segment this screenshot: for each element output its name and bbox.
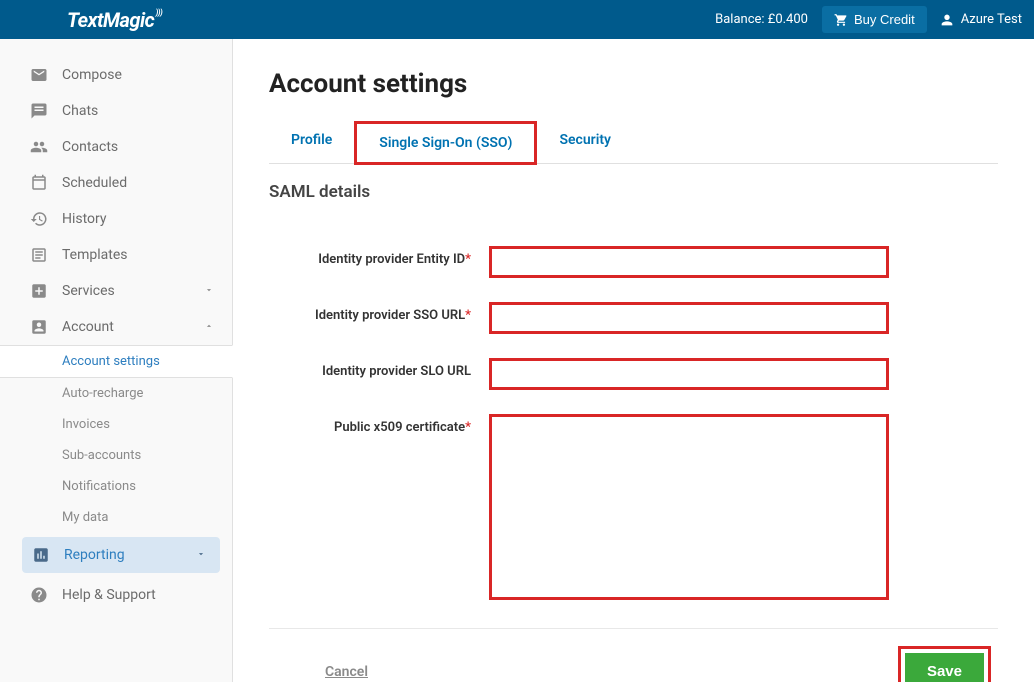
tab-profile[interactable]: Profile xyxy=(269,121,354,163)
sidebar-item-label: Scheduled xyxy=(62,175,127,191)
sidebar-item-reporting[interactable]: Reporting xyxy=(22,537,220,573)
sidebar-sub-invoices[interactable]: Invoices xyxy=(0,409,232,440)
slo-url-label: Identity provider SLO URL xyxy=(299,358,489,379)
sso-url-label: Identity provider SSO URL* xyxy=(299,302,489,323)
sidebar-item-chats[interactable]: Chats xyxy=(0,93,232,129)
help-icon xyxy=(30,586,48,604)
sidebar-sub-account-settings[interactable]: Account settings xyxy=(0,345,233,378)
cert-label: Public x509 certificate* xyxy=(299,414,489,435)
sidebar: Compose Chats Contacts Scheduled History… xyxy=(0,39,233,682)
sidebar-item-contacts[interactable]: Contacts xyxy=(0,129,232,165)
history-icon xyxy=(30,210,48,228)
user-icon xyxy=(939,12,955,28)
sidebar-item-services[interactable]: Services xyxy=(0,273,232,309)
sidebar-item-label: Templates xyxy=(62,247,128,263)
chevron-down-icon xyxy=(204,283,218,299)
sidebar-sub-auto-recharge[interactable]: Auto-recharge xyxy=(0,378,232,409)
sidebar-item-compose[interactable]: Compose xyxy=(0,57,232,93)
calendar-icon xyxy=(30,174,48,192)
sidebar-item-account[interactable]: Account xyxy=(0,309,232,345)
sidebar-item-label: Contacts xyxy=(62,139,118,155)
app-header: TextMagic))) Balance: £0.400 Buy Credit … xyxy=(0,0,1034,39)
page-title: Account settings xyxy=(269,69,998,99)
tab-sso[interactable]: Single Sign-On (SSO) xyxy=(354,121,537,165)
sidebar-sub-sub-accounts[interactable]: Sub-accounts xyxy=(0,440,232,471)
balance-text: Balance: £0.400 xyxy=(715,12,808,27)
sidebar-item-label: Services xyxy=(62,283,115,299)
entity-id-input[interactable] xyxy=(489,246,889,278)
sidebar-sub-my-data[interactable]: My data xyxy=(0,502,232,533)
sso-url-input[interactable] xyxy=(489,302,889,334)
compose-icon xyxy=(30,66,48,84)
sidebar-item-label: Help & Support xyxy=(62,587,156,603)
sidebar-item-label: Compose xyxy=(62,67,122,83)
main-content: Account settings Profile Single Sign-On … xyxy=(233,39,1034,682)
cart-icon xyxy=(834,13,848,27)
services-icon xyxy=(30,282,48,300)
tabs: Profile Single Sign-On (SSO) Security xyxy=(269,121,998,164)
sidebar-item-label: Chats xyxy=(62,103,98,119)
sidebar-item-scheduled[interactable]: Scheduled xyxy=(0,165,232,201)
sidebar-item-label: Account xyxy=(62,319,114,335)
app-logo: TextMagic))) xyxy=(67,8,154,32)
slo-url-input[interactable] xyxy=(489,358,889,390)
account-icon xyxy=(30,318,48,336)
chevron-down-icon xyxy=(196,547,210,563)
cancel-button[interactable]: Cancel xyxy=(325,664,368,680)
contacts-icon xyxy=(30,138,48,156)
sidebar-item-history[interactable]: History xyxy=(0,201,232,237)
chats-icon xyxy=(30,102,48,120)
sidebar-item-templates[interactable]: Templates xyxy=(0,237,232,273)
tab-security[interactable]: Security xyxy=(537,121,633,163)
sidebar-item-help[interactable]: Help & Support xyxy=(0,577,232,613)
saml-form: Identity provider Entity ID* Identity pr… xyxy=(269,222,998,682)
account-subnav: Account settings Auto-recharge Invoices … xyxy=(0,345,232,533)
user-menu[interactable]: Azure Test xyxy=(939,12,1022,28)
section-title: SAML details xyxy=(269,182,998,202)
chevron-up-icon xyxy=(204,319,218,335)
templates-icon xyxy=(30,246,48,264)
sidebar-item-label: History xyxy=(62,211,107,227)
reporting-icon xyxy=(32,546,50,564)
entity-id-label: Identity provider Entity ID* xyxy=(299,246,489,267)
buy-credit-button[interactable]: Buy Credit xyxy=(822,6,927,33)
sidebar-item-label: Reporting xyxy=(64,547,125,563)
form-actions: Cancel Save xyxy=(269,628,998,682)
cert-textarea[interactable] xyxy=(489,414,889,600)
sidebar-sub-notifications[interactable]: Notifications xyxy=(0,471,232,502)
save-button[interactable]: Save xyxy=(905,653,984,682)
